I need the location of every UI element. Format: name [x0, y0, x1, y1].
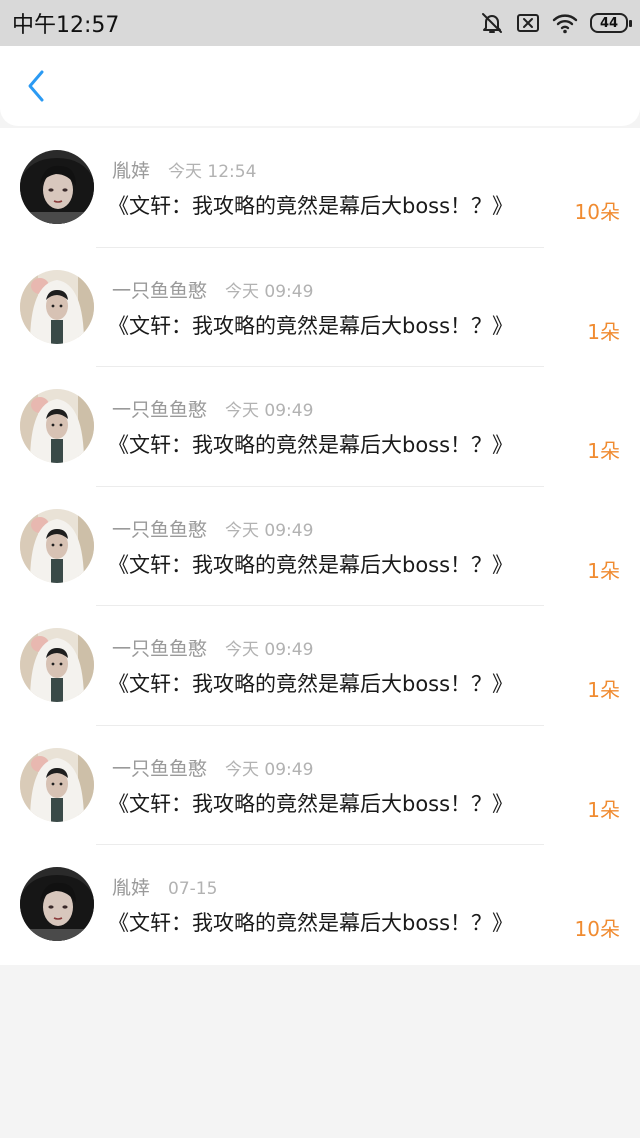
user-name: 一只鱼鱼憨	[112, 279, 208, 302]
user-name: 一只鱼鱼憨	[112, 757, 208, 780]
timestamp: 今天 09:49	[225, 759, 314, 780]
list-item[interactable]: 胤婞 今天 12:54 《文轩：我攻略的竟然是幕后大boss！？》 10朵	[0, 128, 640, 248]
timestamp: 今天 09:49	[225, 281, 314, 302]
status-time: 中午12:57	[12, 13, 120, 38]
wifi-icon	[552, 12, 578, 34]
avatar	[20, 389, 94, 463]
list-item[interactable]: 一只鱼鱼憨 今天 09:49 《文轩：我攻略的竟然是幕后大boss！？》 1朵	[0, 367, 640, 487]
avatar	[20, 628, 94, 702]
list-item[interactable]: 一只鱼鱼憨 今天 09:49 《文轩：我攻略的竟然是幕后大boss！？》 1朵	[0, 487, 640, 607]
flower-count: 10朵	[574, 200, 620, 224]
avatar	[20, 867, 94, 941]
sim-off-icon	[516, 12, 540, 34]
book-title: 《文轩：我攻略的竟然是幕后大boss！？》	[108, 194, 514, 218]
user-name: 胤婞	[112, 877, 151, 899]
avatar	[20, 150, 94, 224]
list-item[interactable]: 胤婞 07-15 《文轩：我攻略的竟然是幕后大boss！？》 10朵	[0, 845, 640, 965]
timestamp: 今天 09:49	[225, 640, 314, 660]
timestamp: 07-15	[168, 879, 218, 899]
book-title: 《文轩：我攻略的竟然是幕后大boss！？》	[108, 313, 514, 338]
avatar	[20, 269, 94, 344]
avatar	[20, 747, 94, 822]
status-icons: 44	[480, 11, 632, 35]
chevron-left-icon	[26, 69, 46, 107]
timestamp: 今天 09:49	[225, 520, 314, 541]
user-name: 一只鱼鱼憨	[112, 399, 208, 421]
book-title: 《文轩：我攻略的竟然是幕后大boss！？》	[108, 552, 514, 577]
battery-icon: 44	[590, 13, 632, 33]
flower-count: 1朵	[587, 319, 620, 344]
bell-muted-icon	[480, 11, 504, 35]
user-name: 一只鱼鱼憨	[112, 638, 208, 660]
status-bar: 中午12:57 44	[0, 0, 640, 46]
flower-count: 1朵	[587, 439, 620, 463]
nav-bar	[0, 46, 640, 126]
flower-count: 1朵	[587, 797, 620, 822]
user-name: 胤婞	[112, 160, 151, 182]
back-button[interactable]	[16, 68, 56, 108]
book-title: 《文轩：我攻略的竟然是幕后大boss！？》	[108, 433, 514, 457]
timestamp: 今天 12:54	[168, 162, 257, 182]
timestamp: 今天 09:49	[225, 401, 314, 421]
book-title: 《文轩：我攻略的竟然是幕后大boss！？》	[108, 791, 514, 816]
book-title: 《文轩：我攻略的竟然是幕后大boss！？》	[108, 672, 514, 696]
record-list: 胤婞 今天 12:54 《文轩：我攻略的竟然是幕后大boss！？》 10朵 一只…	[0, 128, 640, 965]
list-item[interactable]: 一只鱼鱼憨 今天 09:49 《文轩：我攻略的竟然是幕后大boss！？》 1朵	[0, 606, 640, 726]
user-name: 一只鱼鱼憨	[112, 518, 208, 541]
list-item[interactable]: 一只鱼鱼憨 今天 09:49 《文轩：我攻略的竟然是幕后大boss！？》 1朵	[0, 726, 640, 846]
avatar	[20, 508, 94, 583]
list-item[interactable]: 一只鱼鱼憨 今天 09:49 《文轩：我攻略的竟然是幕后大boss！？》 1朵	[0, 248, 640, 368]
flower-count: 1朵	[587, 558, 620, 583]
book-title: 《文轩：我攻略的竟然是幕后大boss！？》	[108, 911, 514, 935]
flower-count: 1朵	[587, 678, 620, 702]
flower-count: 10朵	[574, 917, 620, 941]
